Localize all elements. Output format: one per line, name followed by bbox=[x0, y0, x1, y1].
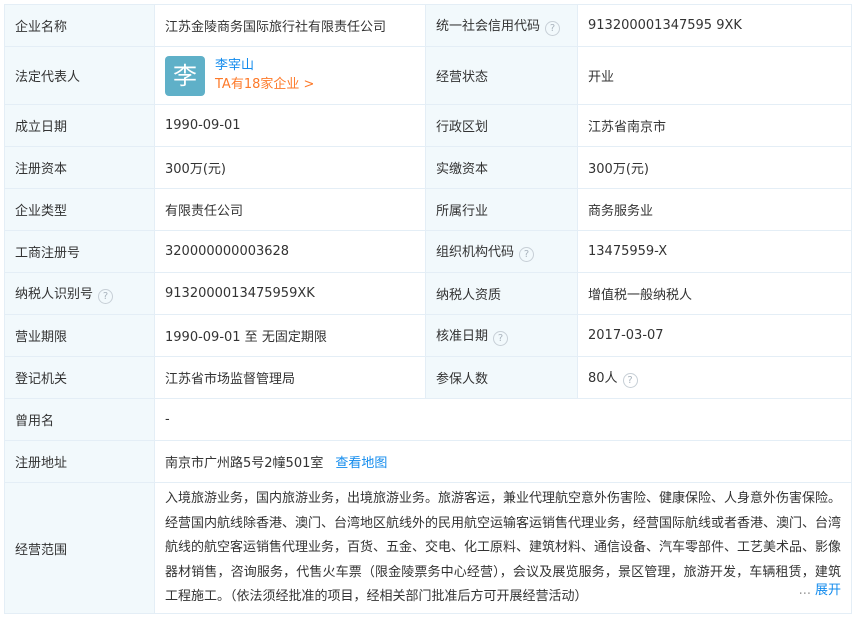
company-name-label: 企业名称 bbox=[4, 4, 155, 47]
help-icon[interactable]: ? bbox=[545, 21, 561, 36]
approve-date-label: 核准日期 bbox=[436, 329, 489, 344]
credit-code-label: 统一社会信用代码 bbox=[436, 19, 541, 34]
company-info-table: 企业名称 江苏金陵商务国际旅行社有限责任公司 统一社会信用代码? 9132000… bbox=[4, 4, 852, 614]
address-value: 南京市广州路5号2幢501室 bbox=[165, 456, 324, 471]
insured-value: 80人 bbox=[588, 371, 618, 386]
table-row: 纳税人识别号? 9132000013475959XK 纳税人资质 增值税一般纳税… bbox=[4, 272, 852, 315]
status-value: 开业 bbox=[577, 46, 852, 105]
table-row: 成立日期 1990-09-01 行政区划 江苏省南京市 bbox=[4, 104, 852, 147]
approve-date-value: 2017-03-07 bbox=[577, 314, 852, 357]
company-name-value: 江苏金陵商务国际旅行社有限责任公司 bbox=[154, 4, 426, 47]
related-companies-link[interactable]: TA有18家企业 > bbox=[215, 75, 314, 95]
expand-button[interactable]: 展开 bbox=[815, 583, 841, 598]
table-row: 工商注册号 320000000003628 组织机构代码? 13475959-X bbox=[4, 230, 852, 273]
org-code-value: 13475959-X bbox=[577, 230, 852, 273]
legal-rep-cell: 李 李宰山 TA有18家企业 > bbox=[154, 46, 426, 105]
former-name-value: - bbox=[154, 398, 852, 441]
former-name-label: 曾用名 bbox=[4, 398, 155, 441]
table-row: 营业期限 1990-09-01 至 无固定期限 核准日期? 2017-03-07 bbox=[4, 314, 852, 357]
term-label: 营业期限 bbox=[4, 314, 155, 357]
authority-value: 江苏省市场监督管理局 bbox=[154, 356, 426, 399]
reg-no-label: 工商注册号 bbox=[4, 230, 155, 273]
term-value: 1990-09-01 至 无固定期限 bbox=[154, 314, 426, 357]
scope-expand: ... 展开 bbox=[794, 578, 841, 603]
status-label: 经营状态 bbox=[425, 46, 578, 105]
industry-label: 所属行业 bbox=[425, 188, 578, 231]
table-row: 企业名称 江苏金陵商务国际旅行社有限责任公司 统一社会信用代码? 9132000… bbox=[4, 4, 852, 47]
scope-cell: 入境旅游业务，国内旅游业务，出境旅游业务。旅游客运，兼业代理航空意外伤害险、健康… bbox=[154, 482, 852, 614]
help-icon[interactable]: ? bbox=[622, 373, 638, 388]
help-icon[interactable]: ? bbox=[493, 331, 509, 346]
legal-rep-name-link[interactable]: 李宰山 bbox=[215, 57, 314, 75]
scope-value: 入境旅游业务，国内旅游业务，出境旅游业务。旅游客运，兼业代理航空意外伤害险、健康… bbox=[165, 491, 841, 604]
company-type-value: 有限责任公司 bbox=[154, 188, 426, 231]
table-row: 注册资本 300万(元) 实缴资本 300万(元) bbox=[4, 146, 852, 189]
table-row: 登记机关 江苏省市场监督管理局 参保人数 80人? bbox=[4, 356, 852, 399]
credit-code-label-cell: 统一社会信用代码? bbox=[425, 4, 578, 47]
taxpayer-qual-value: 增值税一般纳税人 bbox=[577, 272, 852, 315]
reg-capital-label: 注册资本 bbox=[4, 146, 155, 189]
reg-capital-value: 300万(元) bbox=[154, 146, 426, 189]
paid-capital-value: 300万(元) bbox=[577, 146, 852, 189]
established-value: 1990-09-01 bbox=[154, 104, 426, 147]
reg-no-value: 320000000003628 bbox=[154, 230, 426, 273]
taxpayer-qual-label: 纳税人资质 bbox=[425, 272, 578, 315]
insured-label: 参保人数 bbox=[425, 356, 578, 399]
region-value: 江苏省南京市 bbox=[577, 104, 852, 147]
region-label: 行政区划 bbox=[425, 104, 578, 147]
table-row: 曾用名 - bbox=[4, 398, 852, 441]
ellipsis: ... bbox=[798, 582, 811, 598]
help-icon[interactable]: ? bbox=[98, 289, 114, 304]
org-code-label-cell: 组织机构代码? bbox=[425, 230, 578, 273]
org-code-label: 组织机构代码 bbox=[436, 245, 515, 260]
avatar[interactable]: 李 bbox=[165, 55, 205, 96]
industry-value: 商务服务业 bbox=[577, 188, 852, 231]
table-row: 企业类型 有限责任公司 所属行业 商务服务业 bbox=[4, 188, 852, 231]
established-label: 成立日期 bbox=[4, 104, 155, 147]
legal-rep-label: 法定代表人 bbox=[4, 46, 155, 105]
credit-code-value: 913200001347595 9XK bbox=[577, 4, 852, 47]
taxpayer-id-label: 纳税人识别号 bbox=[15, 287, 94, 302]
company-info-panel: 企业名称 江苏金陵商务国际旅行社有限责任公司 统一社会信用代码? 9132000… bbox=[4, 4, 853, 614]
insured-cell: 80人? bbox=[577, 356, 852, 399]
address-cell: 南京市广州路5号2幢501室 查看地图 bbox=[154, 440, 852, 483]
taxpayer-id-label-cell: 纳税人识别号? bbox=[4, 272, 155, 315]
help-icon[interactable]: ? bbox=[519, 247, 535, 262]
approve-date-label-cell: 核准日期? bbox=[425, 314, 578, 357]
paid-capital-label: 实缴资本 bbox=[425, 146, 578, 189]
table-row: 经营范围 入境旅游业务，国内旅游业务，出境旅游业务。旅游客运，兼业代理航空意外伤… bbox=[4, 482, 852, 614]
scope-label: 经营范围 bbox=[4, 482, 155, 614]
table-row: 法定代表人 李 李宰山 TA有18家企业 > 经营状态 开业 bbox=[4, 46, 852, 105]
company-type-label: 企业类型 bbox=[4, 188, 155, 231]
table-row: 注册地址 南京市广州路5号2幢501室 查看地图 bbox=[4, 440, 852, 483]
address-label: 注册地址 bbox=[4, 440, 155, 483]
authority-label: 登记机关 bbox=[4, 356, 155, 399]
view-map-link[interactable]: 查看地图 bbox=[335, 456, 387, 471]
taxpayer-id-value: 9132000013475959XK bbox=[154, 272, 426, 315]
